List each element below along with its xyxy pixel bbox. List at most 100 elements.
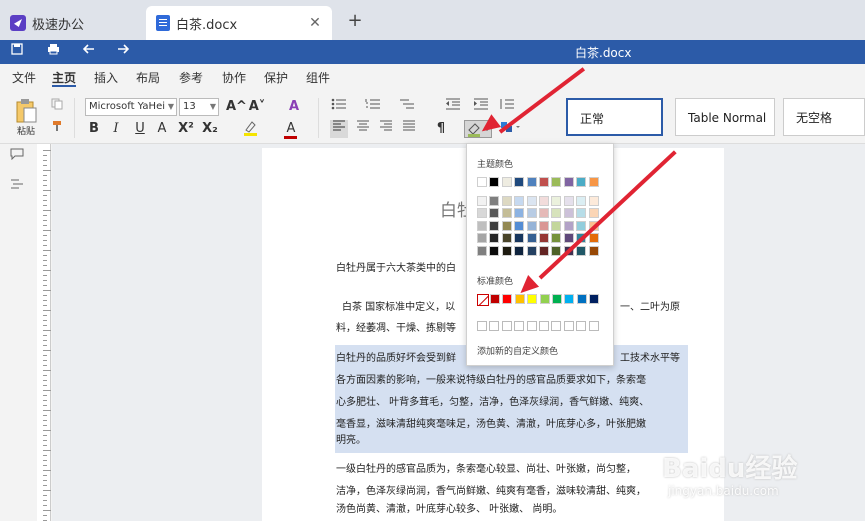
theme-color-swatch[interactable] [576, 177, 587, 187]
theme-shade-swatch[interactable] [588, 208, 599, 219]
theme-shade-swatch[interactable] [588, 245, 599, 256]
theme-shade-swatch[interactable] [489, 220, 500, 231]
style-normal[interactable]: 正常 [566, 98, 663, 136]
font-size-select[interactable]: 13 ▼ [179, 98, 219, 116]
custom-color-slot[interactable] [563, 321, 574, 331]
font-color-button[interactable]: A [282, 120, 300, 139]
standard-color-swatch[interactable] [502, 294, 513, 304]
theme-shade-swatch[interactable] [539, 220, 549, 231]
theme-color-swatch[interactable] [514, 177, 525, 187]
clear-format-button[interactable]: A [285, 98, 303, 116]
theme-shade-swatch[interactable] [477, 208, 487, 219]
superscript-button[interactable]: X² [176, 120, 196, 138]
theme-color-swatch[interactable] [539, 177, 549, 187]
menu-references[interactable]: 参考 [179, 69, 203, 86]
standard-color-swatch[interactable] [552, 294, 562, 304]
theme-shade-swatch[interactable] [526, 196, 537, 206]
menu-layout[interactable]: 布局 [136, 69, 160, 86]
bullet-list-icon[interactable] [330, 98, 348, 116]
bold-button[interactable]: B [86, 120, 102, 138]
theme-shade-swatch[interactable] [539, 196, 549, 206]
copy-icon[interactable] [48, 98, 66, 116]
menu-home[interactable]: 主页 [52, 69, 76, 86]
grow-font-button[interactable]: A^ [226, 98, 247, 116]
custom-color-slot[interactable] [501, 321, 512, 331]
menu-collaborate[interactable]: 协作 [222, 69, 246, 86]
save-icon[interactable] [8, 43, 26, 61]
custom-color-slot[interactable] [477, 321, 487, 331]
custom-color-slot[interactable] [539, 321, 549, 331]
tab-document[interactable]: 白茶.docx ✕ [146, 6, 332, 40]
custom-color-slot[interactable] [514, 321, 525, 331]
standard-color-swatch[interactable] [589, 294, 600, 304]
menu-file[interactable]: 文件 [12, 69, 36, 86]
new-tab-button[interactable]: + [345, 11, 365, 31]
justify-icon[interactable] [400, 120, 418, 138]
theme-shade-swatch[interactable] [526, 233, 537, 244]
font-name-select[interactable]: Microsoft YaHei ▼ [85, 98, 177, 116]
theme-shade-swatch[interactable] [526, 208, 537, 219]
theme-shade-swatch[interactable] [477, 233, 487, 244]
close-icon[interactable]: ✕ [306, 14, 324, 32]
custom-color-slot[interactable] [551, 321, 562, 331]
theme-shade-swatch[interactable] [489, 233, 500, 244]
theme-shade-swatch[interactable] [551, 245, 562, 256]
theme-shade-swatch[interactable] [501, 208, 512, 219]
theme-shade-swatch[interactable] [477, 196, 487, 206]
theme-shade-swatch[interactable] [539, 208, 549, 219]
align-center-icon[interactable] [354, 120, 372, 138]
theme-color-swatch[interactable] [526, 177, 537, 187]
style-no-spacing[interactable]: 无空格 [783, 98, 865, 136]
theme-color-swatch[interactable] [551, 177, 562, 187]
italic-button[interactable]: I [108, 120, 124, 138]
standard-color-swatch[interactable] [539, 294, 550, 304]
show-formatting-button[interactable]: ¶ [432, 120, 450, 138]
align-right-icon[interactable] [377, 120, 395, 138]
theme-shade-swatch[interactable] [539, 233, 549, 244]
theme-shade-swatch[interactable] [588, 196, 599, 206]
theme-color-swatch[interactable] [563, 177, 574, 187]
theme-shade-swatch[interactable] [514, 245, 525, 256]
navigation-icon[interactable] [10, 178, 24, 193]
theme-shade-swatch[interactable] [501, 233, 512, 244]
theme-color-swatch[interactable] [489, 177, 500, 187]
theme-shade-swatch[interactable] [501, 220, 512, 231]
no-color-swatch[interactable] [477, 294, 489, 306]
standard-color-swatch[interactable] [564, 294, 575, 304]
custom-color-slot[interactable] [526, 321, 537, 331]
theme-shade-swatch[interactable] [514, 220, 525, 231]
line-spacing-icon[interactable] [498, 98, 516, 116]
theme-shade-swatch[interactable] [514, 196, 525, 206]
style-table-normal[interactable]: Table Normal [675, 98, 775, 136]
menu-protect[interactable]: 保护 [264, 69, 288, 86]
theme-color-swatch[interactable] [477, 177, 487, 187]
decrease-indent-icon[interactable] [444, 98, 462, 116]
custom-color-slot[interactable] [576, 321, 587, 331]
theme-shade-swatch[interactable] [501, 245, 512, 256]
add-custom-color-link[interactable]: 添加新的自定义颜色 [477, 344, 558, 357]
tab-home[interactable]: 极速办公 [0, 6, 140, 40]
theme-shade-swatch[interactable] [526, 245, 537, 256]
theme-shade-swatch[interactable] [576, 196, 587, 206]
custom-color-slot[interactable] [489, 321, 500, 331]
theme-shade-swatch[interactable] [576, 208, 587, 219]
theme-shade-swatch[interactable] [563, 208, 574, 219]
format-painter-icon[interactable] [48, 120, 66, 138]
theme-color-swatch[interactable] [501, 177, 512, 187]
theme-shade-swatch[interactable] [551, 196, 562, 206]
subscript-button[interactable]: X₂ [200, 120, 220, 138]
theme-shade-swatch[interactable] [477, 245, 487, 256]
theme-shade-swatch[interactable] [514, 233, 525, 244]
comments-icon[interactable] [10, 148, 24, 163]
highlight-icon[interactable] [240, 120, 262, 142]
undo-icon[interactable] [80, 43, 98, 61]
theme-shade-swatch[interactable] [551, 233, 562, 244]
theme-color-swatch[interactable] [588, 177, 599, 187]
theme-shade-swatch[interactable] [576, 245, 587, 256]
paste-icon[interactable] [14, 98, 38, 126]
theme-shade-swatch[interactable] [576, 220, 587, 231]
standard-color-swatch[interactable] [576, 294, 587, 304]
theme-shade-swatch[interactable] [563, 233, 574, 244]
menu-insert[interactable]: 插入 [94, 69, 118, 86]
theme-shade-swatch[interactable] [563, 196, 574, 206]
